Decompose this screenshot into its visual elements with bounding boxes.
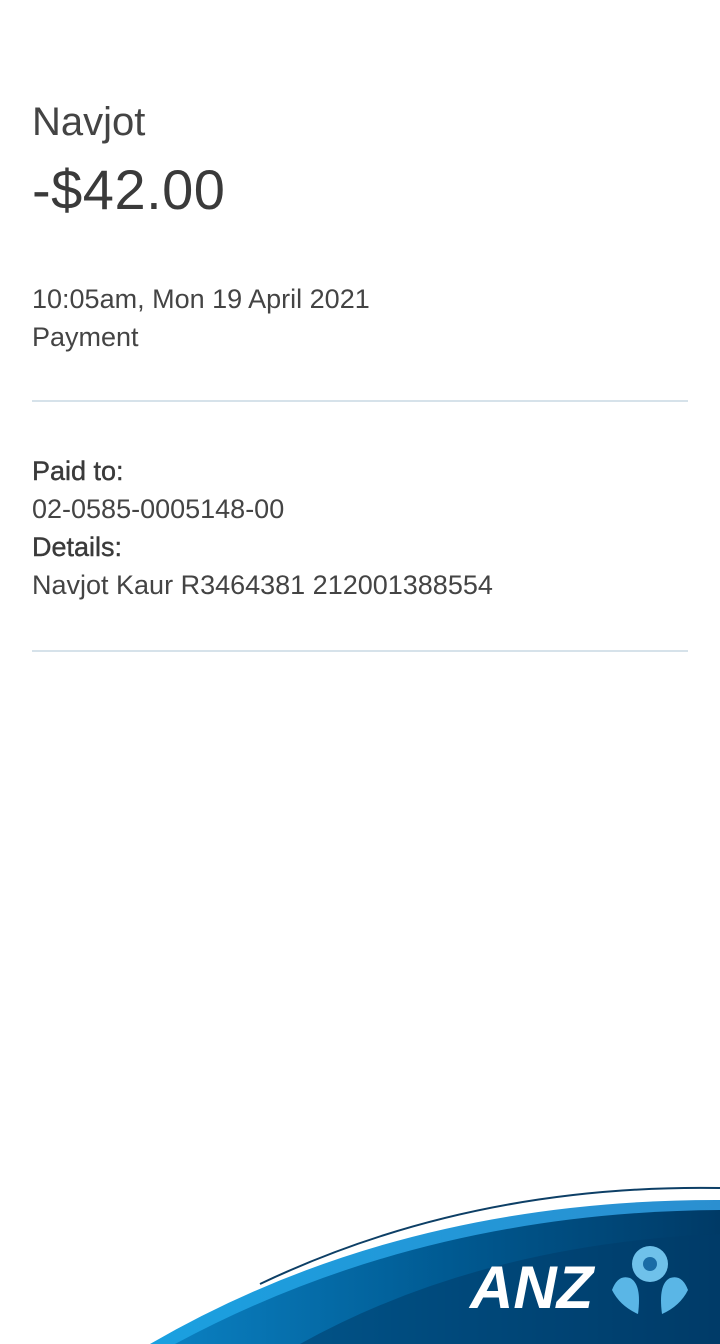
brand-swoosh: ANZ xyxy=(150,1186,720,1344)
paid-to-label: Paid to: xyxy=(32,456,124,486)
transaction-amount: -$42.00 xyxy=(32,158,226,221)
anz-brand-footer: ANZ xyxy=(0,1174,720,1344)
details-value: Navjot Kaur R3464381 212001388554 xyxy=(32,570,493,600)
divider-bottom xyxy=(32,650,688,652)
divider-top xyxy=(32,400,688,402)
transaction-type: Payment xyxy=(32,322,139,352)
anz-logo-text: ANZ xyxy=(468,1254,596,1321)
payee-name: Navjot xyxy=(32,100,146,144)
details-label: Details: xyxy=(32,532,123,562)
transaction-datetime: 10:05am, Mon 19 April 2021 xyxy=(32,284,370,314)
transaction-meta: 10:05am, Mon 19 April 2021 Payment xyxy=(32,280,370,356)
payment-details: Paid to: 02-0585-0005148-00 Details: Nav… xyxy=(32,452,493,604)
paid-to-value: 02-0585-0005148-00 xyxy=(32,494,285,524)
